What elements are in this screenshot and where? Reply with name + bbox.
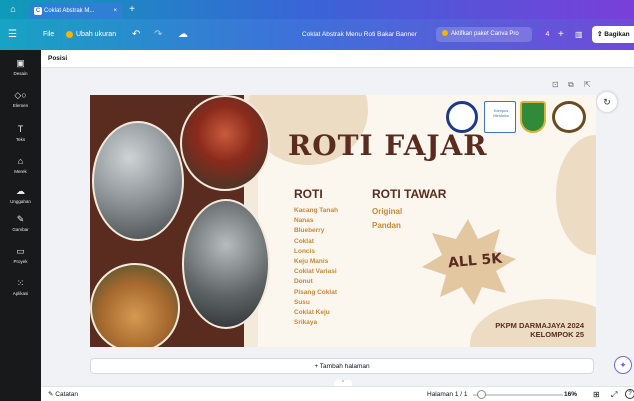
new-tab-button[interactable]: +: [126, 3, 138, 16]
list-item: Coklat: [294, 237, 314, 245]
resize-label: Ubah ukuran: [76, 31, 117, 38]
photo-bread-loaves[interactable]: [90, 263, 180, 347]
credit-line: PKPM DARMAJAYA 2024: [495, 321, 584, 330]
notes-button[interactable]: ✎ Catatan: [48, 387, 78, 401]
brand-icon: ⌂: [17, 156, 24, 166]
file-menu[interactable]: File: [43, 19, 54, 50]
redo-icon[interactable]: ↷: [154, 19, 162, 50]
duplicate-icon[interactable]: ⧉: [568, 80, 574, 90]
editor-menu-bar: ☰ File Ubah ukuran ↶ ↷ ☁ Coklat Abstrak …: [0, 19, 634, 50]
zoom-value[interactable]: 16%: [564, 387, 577, 401]
sidebar-item-label: Unggahan: [10, 199, 31, 204]
roti-menu-list[interactable]: Kacang Tanah Nanas Blueberry Coklat Lonc…: [294, 206, 338, 328]
sidebar-item-label: Desain: [13, 71, 28, 76]
shapes-icon: ◇○: [14, 90, 27, 100]
document-title[interactable]: Coklat Abstrak Menu Roti Bakar Banner: [302, 19, 417, 50]
sidebar-item-label: Aplikasi: [12, 291, 29, 296]
browser-tab-bar: ⌂ C Coklat Abstrak M... × +: [0, 0, 634, 19]
add-page-button[interactable]: + Tambah halaman: [90, 358, 594, 374]
share-label: Bagikan: [604, 31, 630, 38]
kampus-merdeka-logo[interactable]: Kampus Merdeka: [484, 101, 516, 133]
sidebar-item-label: Gambar: [12, 227, 29, 232]
sidebar-item-brand[interactable]: ⌂ Merek: [0, 152, 41, 184]
list-item: Blueberry: [294, 227, 325, 235]
sidebar-item-label: Merek: [14, 169, 27, 174]
list-item: Pisang Coklat: [294, 288, 337, 296]
roti-heading[interactable]: ROTI: [294, 187, 323, 201]
page-tools: ⊡ ⧉ ⇱: [548, 80, 608, 90]
activate-pro-button[interactable]: Aktifkan paket Canva Pro: [436, 27, 532, 42]
organizer-credit[interactable]: PKPM DARMAJAYA 2024 KELOMPOK 25: [495, 321, 584, 339]
sidebar-item-elements[interactable]: ◇○ Elemen: [0, 86, 41, 118]
list-item: Kacang Tanah: [294, 207, 338, 214]
upload-icon: ☁: [16, 186, 25, 196]
zoom-slider[interactable]: [473, 394, 563, 396]
list-item: Keju Manis: [294, 258, 329, 266]
roti-tawar-heading[interactable]: ROTI TAWAR: [372, 187, 446, 201]
photo-team-kitchen[interactable]: [182, 199, 270, 329]
close-tab-icon[interactable]: ×: [113, 3, 117, 19]
sidebar-item-text[interactable]: T Teks: [0, 120, 41, 152]
sidebar-item-apps[interactable]: ⁙ Aplikasi: [0, 274, 41, 306]
left-sidebar: ▣ Desain ◇○ Elemen T Teks ⌂ Merek ☁ Unggahan …: [0, 50, 41, 401]
list-item: Pandan: [372, 221, 401, 230]
sidebar-item-draw[interactable]: ✎ Gambar: [0, 210, 41, 242]
crown-icon: [66, 30, 73, 38]
list-item: Coklat Keju: [294, 309, 330, 317]
sidebar-item-label: Elemen: [12, 103, 29, 108]
draw-icon: ✎: [16, 214, 25, 224]
avatar[interactable]: 4: [540, 27, 555, 42]
add-collaborator-icon[interactable]: +: [558, 27, 564, 42]
lock-icon[interactable]: ⊡: [552, 80, 559, 89]
page-title[interactable]: ROTI FAJAR: [288, 129, 488, 162]
list-item: Coklat Variasi: [294, 268, 337, 276]
home-icon[interactable]: ⌂: [6, 3, 20, 16]
magic-assistant-icon[interactable]: ✦: [614, 356, 632, 374]
tab-title: Coklat Abstrak M...: [44, 8, 95, 14]
zoom-slider-handle[interactable]: [477, 390, 486, 399]
status-bar: ✎ Catatan Halaman 1 / 1 16% ⊞ ⤢ ?: [41, 386, 634, 401]
community-logo[interactable]: [552, 101, 586, 133]
layout-icon: ▣: [16, 58, 25, 68]
roti-tawar-menu-list[interactable]: Original Pandan: [372, 205, 402, 233]
context-toolbar: Posisi: [41, 50, 634, 68]
list-item: Srikaya: [294, 319, 318, 327]
apps-icon: ⁙: [16, 278, 25, 288]
list-item: Nanas: [294, 217, 314, 225]
text-icon: T: [17, 124, 24, 134]
undo-icon[interactable]: ↶: [132, 19, 140, 50]
pro-label: Aktifkan paket Canva Pro: [451, 31, 519, 37]
share-button[interactable]: ⇪ Bagikan: [592, 26, 634, 43]
photo-bread-product[interactable]: [180, 95, 270, 191]
cloud-save-icon[interactable]: ☁: [178, 19, 188, 50]
browser-tab[interactable]: C Coklat Abstrak M... ×: [30, 3, 122, 19]
folder-icon: ▭: [16, 246, 25, 256]
menu-icon[interactable]: ☰: [8, 19, 17, 50]
credit-line: KELOMPOK 25: [530, 330, 584, 339]
crown-icon: [442, 30, 448, 37]
notes-label: Catatan: [55, 391, 79, 398]
refresh-icon[interactable]: ↻: [597, 92, 617, 112]
sidebar-item-label: Teks: [15, 137, 26, 142]
design-page[interactable]: Kampus Merdeka ROTI FAJAR ROTI ROTI TAWA…: [90, 95, 596, 347]
position-button[interactable]: Posisi: [48, 50, 67, 68]
export-page-icon[interactable]: ⇱: [584, 80, 591, 89]
sidebar-item-design[interactable]: ▣ Desain: [0, 54, 41, 86]
sidebar-item-projects[interactable]: ▭ Proyek: [0, 242, 41, 274]
grid-view-icon[interactable]: ⊞: [593, 387, 600, 401]
insights-icon[interactable]: ▥: [575, 27, 583, 42]
sidebar-item-label: Proyek: [13, 259, 28, 264]
list-item: Loncis: [294, 247, 315, 255]
canva-logo-icon: C: [34, 7, 42, 15]
page-indicator[interactable]: Halaman 1 / 1: [427, 387, 467, 401]
fullscreen-icon[interactable]: ⤢: [611, 387, 617, 401]
kampus-merdeka-text: Kampus Merdeka: [493, 108, 509, 118]
list-item: Original: [372, 207, 403, 216]
list-item: Susu: [294, 298, 310, 306]
photo-bakery-exterior[interactable]: [92, 121, 184, 241]
help-icon[interactable]: ?: [625, 389, 634, 399]
resize-button[interactable]: Ubah ukuran: [66, 19, 116, 50]
list-item: Donut: [294, 278, 313, 286]
regional-emblem-logo[interactable]: [520, 101, 546, 133]
